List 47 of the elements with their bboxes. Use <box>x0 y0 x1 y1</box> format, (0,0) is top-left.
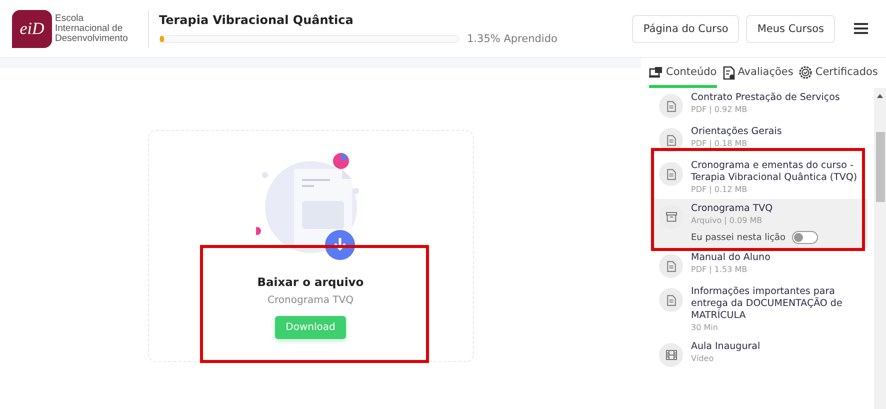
completion-label: Eu passei nesta lição <box>691 232 786 242</box>
lesson-title: Manual do Aluno <box>691 252 770 264</box>
document-icon <box>659 94 683 118</box>
lesson-meta: PDF | 0.92 MB <box>691 104 748 115</box>
progress-reading: 1.35% Aprendido <box>467 32 558 44</box>
film-icon <box>659 343 683 367</box>
sidebar-tab[interactable]: Avaliações <box>722 66 794 88</box>
monitor-icon <box>649 66 663 78</box>
lesson-item[interactable]: Contrato Prestação de Serviços PDF | 0.92 MB <box>651 88 868 122</box>
lesson-meta: Arquivo | 0.09 MB <box>691 215 764 226</box>
lesson-item[interactable]: Informações importantes para entrega da DOCUMENTAÇÃO de MATRÍCULA 30 Min <box>651 282 868 337</box>
logo-text: Escola <box>55 14 85 24</box>
card-title: Baixar o arquivo <box>257 275 364 289</box>
logo-text: Internacional de <box>55 24 124 34</box>
nav-button[interactable]: Meus Cursos <box>746 14 835 42</box>
document-icon <box>659 162 683 186</box>
lesson-title: Cronograma TVQ <box>691 203 774 215</box>
lesson-item[interactable]: Orientações Gerais PDF | 0.18 MB <box>651 122 868 156</box>
document-icon <box>659 254 683 278</box>
document-icon <box>659 288 683 312</box>
nav-button[interactable]: Página do Curso <box>632 14 740 42</box>
lesson-item[interactable]: Manual do Aluno PDF | 1.53 MB <box>651 248 868 282</box>
course-title: Terapia Vibracional Quântica <box>159 12 354 26</box>
logo-text: Desenvolvimento <box>55 34 128 44</box>
logo-mark: eiD <box>12 10 52 48</box>
sidebar-tab[interactable]: Certificados <box>799 66 878 88</box>
lesson-title: Aula Inaugural <box>691 341 760 353</box>
lesson-meta: Vídeo <box>691 353 715 364</box>
menu-icon[interactable] <box>852 21 870 36</box>
lesson-item[interactable]: Cronograma TVQ Arquivo | 0.09 MB Eu passei nesta lição <box>651 199 868 248</box>
completion-toggle[interactable] <box>792 231 818 244</box>
lesson-meta: 30 Min <box>691 322 719 333</box>
file-name: Cronograma TVQ <box>268 295 354 306</box>
lesson-title: Informações importantes para entrega da DOCUMENTAÇÃO de MATRÍCULA <box>691 286 844 322</box>
lesson-item[interactable]: Aula Inaugural Vídeo <box>651 337 868 371</box>
lesson-title: Cronograma e ementas do curso - Terapia Vibracional Quântica (TVQ) <box>691 160 858 184</box>
lesson-meta: PDF | 1.53 MB <box>691 264 748 275</box>
lesson-meta: PDF | 0.12 MB <box>691 184 748 195</box>
document-icon <box>722 66 735 80</box>
lesson-title: Contrato Prestação de Serviços <box>691 92 840 104</box>
badge-icon <box>799 66 812 79</box>
scrollbar[interactable] <box>874 88 886 409</box>
lesson-item[interactable]: Cronograma e ementas do curso - Terapia Vibracional Quântica (TVQ) PDF | 0.12 MB <box>651 156 868 199</box>
lesson-meta: PDF | 0.18 MB <box>691 138 748 149</box>
archive-box-icon <box>659 205 683 229</box>
sidebar-tab[interactable]: Conteúdo <box>649 66 717 88</box>
lesson-title: Orientações Gerais <box>691 126 782 138</box>
